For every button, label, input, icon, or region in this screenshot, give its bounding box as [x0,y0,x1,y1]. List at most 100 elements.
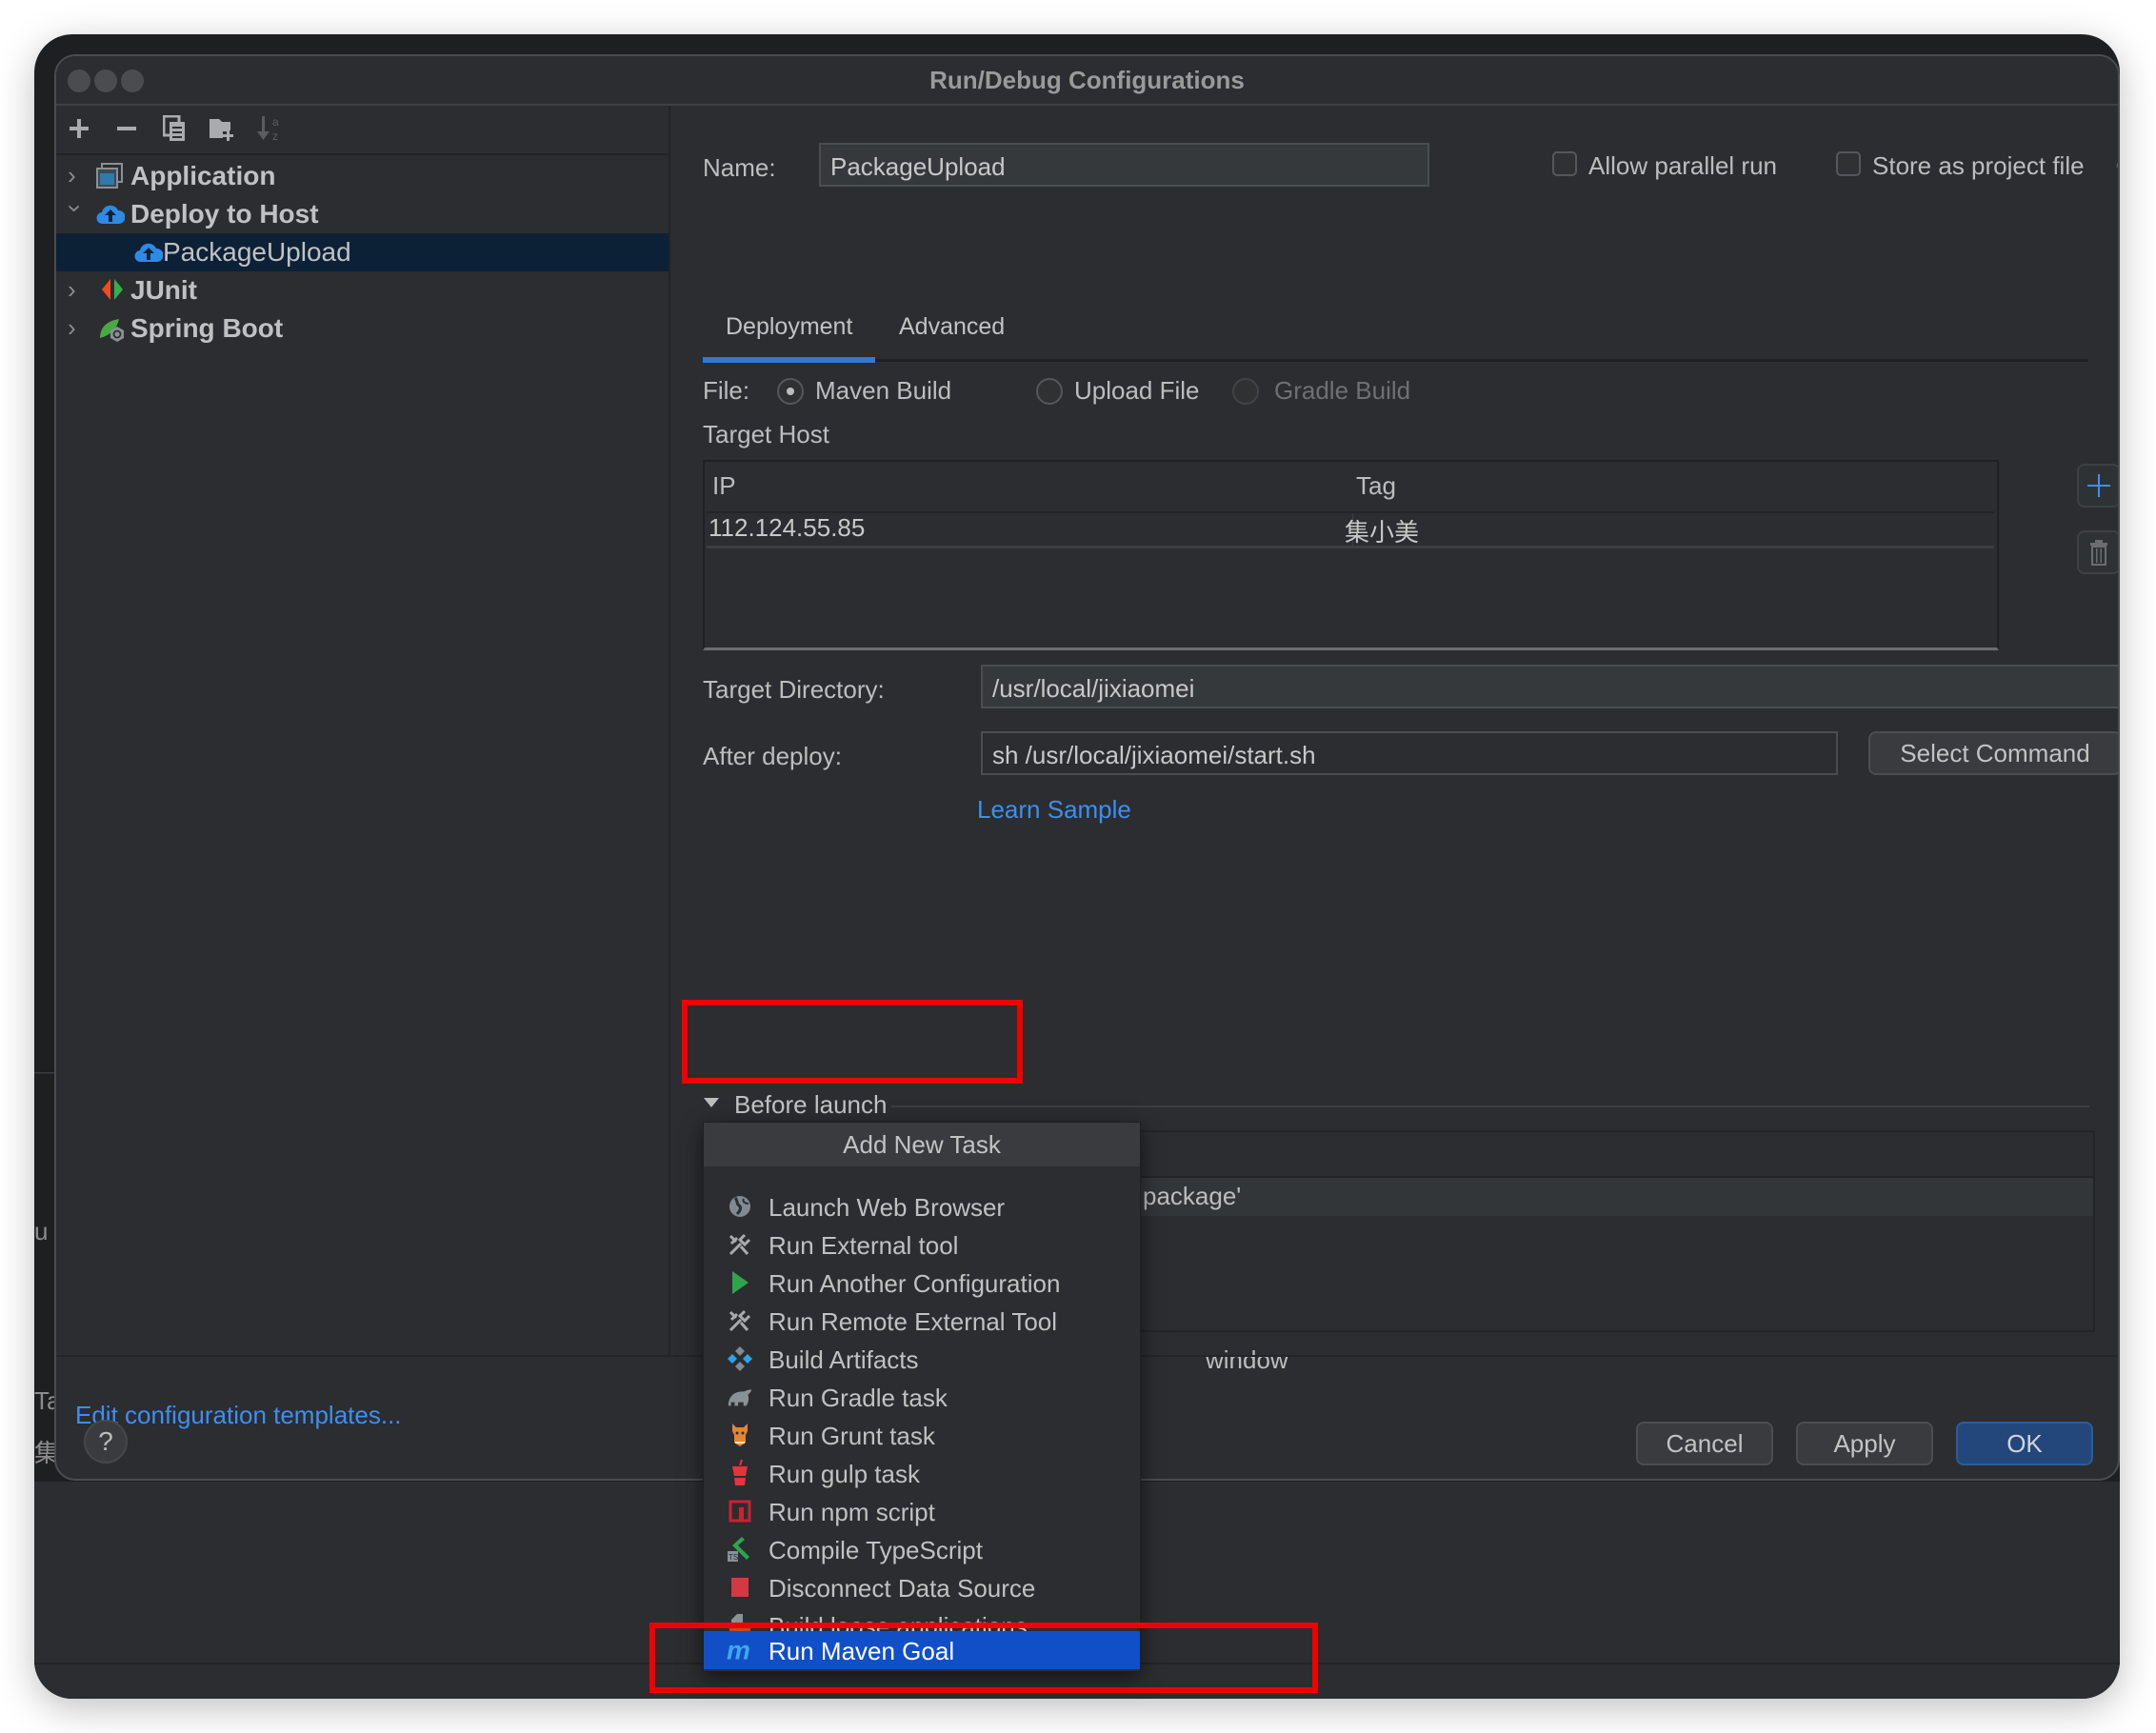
column-header-tag[interactable]: Tag [1356,471,1396,501]
tab-deployment[interactable]: Deployment [726,313,852,341]
after-deploy-label: After deploy: [703,742,842,770]
menu-item-run-gradle-task[interactable]: Run Gradle task [704,1378,1140,1416]
title-bar: Run/Debug Configurations [56,56,2118,106]
menu-item-label: Run npm script [769,1498,935,1526]
menu-item-label: Run External tool [769,1231,959,1260]
apply-button[interactable]: Apply [1796,1422,1933,1465]
menu-item-run-external-tool[interactable]: Run External tool [704,1225,1140,1264]
globe-icon [727,1193,753,1220]
menu-item-build-artifacts[interactable]: Build Artifacts [704,1340,1140,1378]
new-folder-icon[interactable] [205,111,239,146]
tree-item-application[interactable]: › Application [56,157,669,195]
menu-item-run-remote-external-tool[interactable]: Run Remote External Tool [704,1302,1140,1340]
gear-icon[interactable] [2114,155,2118,185]
menu-item-run-gulp-task[interactable]: Run gulp task [704,1454,1140,1492]
allow-parallel-run-label: Allow parallel run [1588,151,1777,180]
menu-item-label: Run gulp task [769,1460,920,1488]
allow-parallel-run-checkbox[interactable] [1552,151,1577,176]
chevron-right-icon[interactable]: › [68,313,87,343]
menu-item-run-another-configuration[interactable]: Run Another Configuration [704,1264,1140,1302]
menu-item-run-grunt-task[interactable]: Run Grunt task [704,1416,1140,1454]
after-deploy-input[interactable]: sh /usr/local/jixiaomei/start.sh [981,731,1838,775]
trash-icon [2090,540,2107,566]
popup-header: Add New Task [704,1123,1140,1166]
application-icon [96,163,123,189]
disconnect-icon [727,1574,753,1601]
target-directory-input[interactable]: /usr/local/jixiaomei [981,665,2118,708]
maven-build-label: Maven Build [815,376,952,405]
menu-item-disconnect-data-source[interactable]: Disconnect Data Source [704,1568,1140,1606]
dialog-title: Run/Debug Configurations [929,66,1245,94]
before-launch-separator [891,1106,2089,1107]
gradle-icon [727,1384,753,1410]
copy-icon[interactable] [157,111,191,146]
chevron-down-icon[interactable]: › [61,205,90,224]
learn-sample-link[interactable]: Learn Sample [977,795,1131,825]
add-icon[interactable] [62,111,96,146]
tree-item-deploy-to-host[interactable]: › Deploy to Host [56,195,669,233]
play-icon [727,1269,753,1296]
chevron-right-icon[interactable]: › [68,161,87,190]
ok-button[interactable]: OK [1956,1422,2093,1465]
tools-icon [727,1231,753,1258]
menu-item-label: Run Remote External Tool [769,1307,1058,1336]
collapse-triangle-icon[interactable] [703,1096,720,1114]
upload-file-radio[interactable] [1036,378,1063,405]
tree-item-packageupload[interactable]: PackageUpload [56,233,669,271]
target-directory-label: Target Directory: [703,675,885,704]
menu-item-label: Launch Web Browser [769,1193,1006,1222]
table-row[interactable]: 112.124.55.85 集小美 [707,511,1994,548]
remote-tools-icon [727,1307,753,1334]
annotation-highlight-run-maven-goal [649,1623,1318,1693]
menu-item-compile-typescript[interactable]: TS Compile TypeScript [704,1530,1140,1568]
cancel-button[interactable]: Cancel [1636,1422,1773,1465]
sort-icon[interactable]: az [252,111,287,146]
remove-host-button[interactable] [2077,530,2118,574]
annotation-highlight-before-launch [682,1000,1023,1084]
cloud-upload-icon [96,201,126,228]
add-host-button[interactable] [2077,464,2118,508]
menu-item-label: Build Artifacts [769,1345,919,1374]
help-button[interactable]: ? [84,1420,128,1464]
name-input[interactable]: PackageUpload [819,143,1429,187]
chevron-right-icon[interactable]: › [68,275,87,305]
sidebar-toolbar: az [56,106,669,155]
store-as-project-file-checkbox[interactable] [1836,151,1861,176]
tab-advanced[interactable]: Advanced [899,313,1005,341]
tree-item-spring-boot[interactable]: › Spring Boot [56,309,669,348]
before-launch-title[interactable]: Before launch [734,1090,887,1120]
column-header-ip[interactable]: IP [712,471,736,501]
name-label: Name: [703,153,776,182]
menu-item-launch-web-browser[interactable]: Launch Web Browser [704,1187,1140,1225]
tab-bar-divider [703,359,2088,362]
add-new-task-popup: Add New Task Launch Web Browser Run Exte… [703,1122,1141,1672]
typescript-icon: TS [727,1536,753,1563]
svg-text:TS: TS [729,1553,738,1562]
tree-item-label: JUnit [130,275,197,305]
menu-item-label: Run Gradle task [769,1384,948,1412]
gradle-build-radio[interactable] [1232,378,1259,405]
menu-item-label: Compile TypeScript [769,1536,983,1564]
grunt-icon [727,1422,753,1448]
svg-text:a: a [272,115,279,129]
artifacts-icon [727,1345,753,1372]
menu-item-run-npm-script[interactable]: Run npm script [704,1492,1140,1530]
menu-item-label: Run Another Configuration [769,1269,1061,1298]
configurations-sidebar: az › Application › Deploy to Host Packag… [56,106,670,1429]
menu-item-label: Run Grunt task [769,1422,935,1450]
tree-item-junit[interactable]: › JUnit [56,271,669,309]
gradle-build-label: Gradle Build [1274,376,1411,405]
maven-build-radio[interactable] [777,378,804,405]
tree-item-label: Deploy to Host [130,199,319,229]
target-host-table: IP Tag 112.124.55.85 集小美 [703,460,1999,650]
junit-icon [100,277,127,304]
tree-item-label: PackageUpload [163,237,351,267]
file-label: File: [703,376,750,405]
menu-item-label: Disconnect Data Source [769,1574,1036,1603]
tree-item-label: Application [130,161,276,190]
bg-text: u [34,1217,49,1245]
remove-icon[interactable] [110,111,144,146]
task-label: package' [1143,1182,1242,1210]
select-command-button[interactable]: Select Command [1868,731,2118,775]
active-tab-indicator [703,357,875,363]
